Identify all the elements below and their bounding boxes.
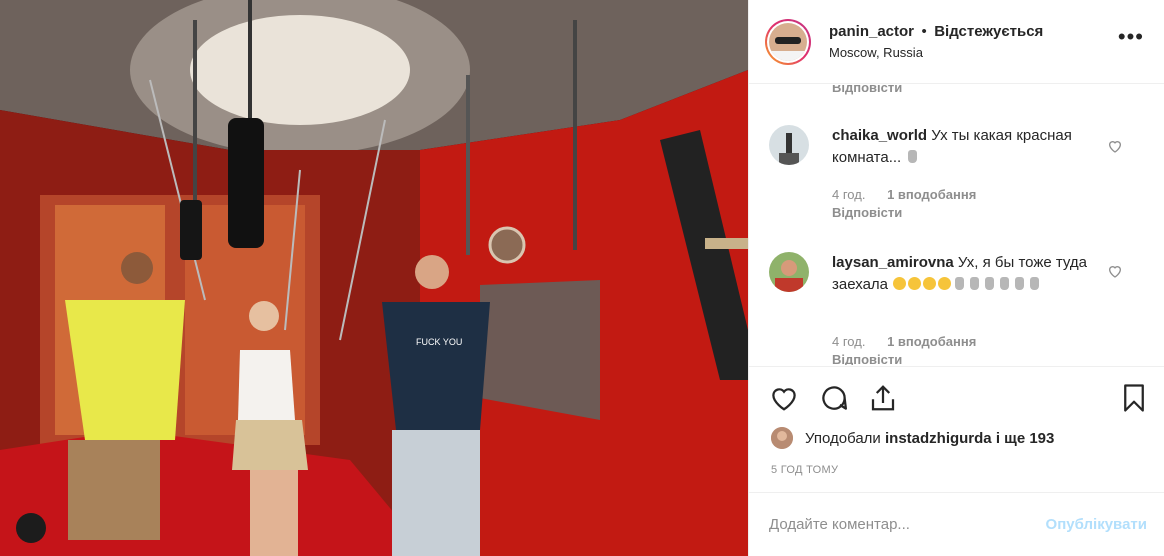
follow-status-button[interactable]: Відстежується xyxy=(934,23,1043,40)
comment-text: laysan_amirovna Ух, я бы тоже туда заеха… xyxy=(832,252,1102,296)
pointing-hand-icon xyxy=(908,150,918,163)
comment-time: 4 год. xyxy=(832,187,866,202)
post-location[interactable]: Moscow, Russia xyxy=(829,45,1043,60)
tagged-user-icon[interactable] xyxy=(16,513,46,543)
like-heart-icon[interactable] xyxy=(769,383,799,413)
post-timestamp[interactable]: 5 ГОД ТОМУ xyxy=(771,464,838,476)
pointing-hand-icon xyxy=(1030,277,1040,290)
laughing-emoji-icon xyxy=(893,277,907,290)
reply-button[interactable]: Відповісти xyxy=(832,205,902,220)
svg-text:FUCK YOU: FUCK YOU xyxy=(416,337,462,347)
liked-by-count[interactable]: і ще 193 xyxy=(996,430,1055,447)
comment-bubble-icon[interactable] xyxy=(819,383,849,413)
laughing-emoji-icon xyxy=(908,277,922,290)
author-avatar-image xyxy=(769,22,807,61)
comment-likes[interactable]: 1 вподобання xyxy=(887,334,976,349)
commenter-avatar-image xyxy=(769,252,809,292)
author-username[interactable]: panin_actor xyxy=(829,23,914,40)
post-header: panin_actor • Відстежується Moscow, Russ… xyxy=(749,0,1164,84)
header-separator: • xyxy=(921,23,927,40)
comment-text: chaika_world Ух ты какая красная комната… xyxy=(832,125,1102,169)
reply-button[interactable]: Відповісти xyxy=(832,85,902,95)
pointing-hand-icon xyxy=(970,277,980,290)
bookmark-icon[interactable] xyxy=(1119,383,1149,413)
liked-by-user[interactable]: instadzhigurda xyxy=(885,430,992,447)
post-side-panel: panin_actor • Відстежується Moscow, Russ… xyxy=(748,0,1164,556)
like-comment-icon[interactable] xyxy=(1107,138,1123,154)
commenter-avatar[interactable] xyxy=(769,125,809,165)
liker-avatar[interactable] xyxy=(771,427,793,449)
laughing-emoji-icon xyxy=(923,277,937,290)
liked-by-summary: Уподобали instadzhigurda і ще 193 xyxy=(771,427,1054,449)
pointing-hand-icon xyxy=(1015,277,1025,290)
add-comment-bar: Опублікувати xyxy=(749,492,1164,556)
post-photo[interactable]: FUCK YOU xyxy=(0,0,748,556)
comment-input[interactable] xyxy=(769,516,1019,533)
commenter-username[interactable]: laysan_amirovna xyxy=(832,254,954,271)
reply-button[interactable]: Відповісти xyxy=(832,352,902,365)
commenter-avatar[interactable] xyxy=(769,252,809,292)
like-comment-icon[interactable] xyxy=(1107,263,1123,279)
comment-time: 4 год. xyxy=(832,334,866,349)
comments-list[interactable]: Відповісти chaika_world Ух ты какая крас… xyxy=(749,85,1164,365)
share-icon[interactable] xyxy=(868,383,898,413)
author-avatar[interactable] xyxy=(765,18,811,65)
pointing-hand-icon xyxy=(1000,277,1010,290)
post-actions: Уподобали instadzhigurda і ще 193 5 ГОД … xyxy=(749,366,1164,484)
pointing-hand-icon xyxy=(985,277,995,290)
pointing-hand-icon xyxy=(955,277,965,290)
publish-button[interactable]: Опублікувати xyxy=(1046,516,1147,533)
liked-by-prefix: Уподобали xyxy=(805,429,881,447)
commenter-username[interactable]: chaika_world xyxy=(832,127,927,144)
post-photo-image: FUCK YOU xyxy=(0,0,748,556)
comment-likes[interactable]: 1 вподобання xyxy=(887,187,976,202)
commenter-avatar-image xyxy=(769,125,809,165)
more-options-icon[interactable]: ••• xyxy=(1118,26,1144,48)
smile-emoji-icon xyxy=(938,277,952,290)
comment-meta: 4 год. 1 вподобання xyxy=(832,187,994,202)
comment-meta: 4 год. 1 вподобання xyxy=(832,334,994,349)
